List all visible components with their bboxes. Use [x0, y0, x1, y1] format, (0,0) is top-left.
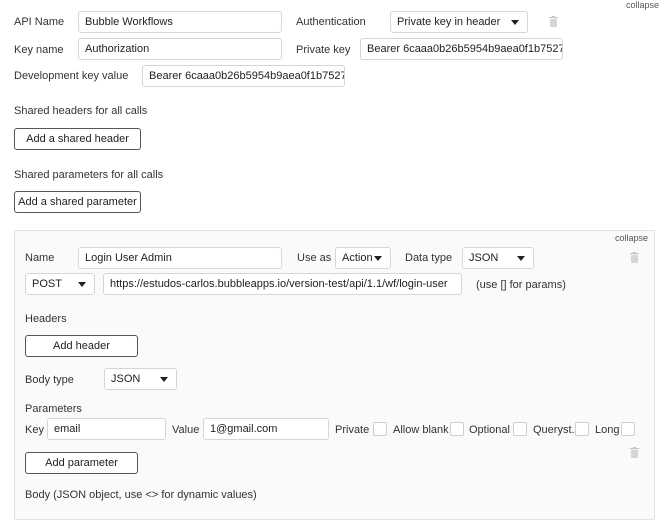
- queryst-checkbox[interactable]: [575, 422, 589, 436]
- long-checkbox-label: Long: [595, 424, 620, 436]
- collapse-link[interactable]: collapse: [626, 0, 659, 10]
- data-type-dropdown[interactable]: JSON: [462, 247, 534, 269]
- api-name-field[interactable]: Bubble Workflows: [78, 11, 282, 33]
- optional-checkbox[interactable]: [513, 422, 527, 436]
- param-value-label: Value: [172, 424, 200, 436]
- method-dropdown[interactable]: POST: [25, 273, 95, 295]
- queryst-checkbox-label: Queryst.: [533, 424, 575, 436]
- private-checkbox[interactable]: [373, 422, 387, 436]
- allow-blank-checkbox[interactable]: [450, 422, 464, 436]
- call-name-field[interactable]: Login User Admin: [78, 247, 282, 269]
- param-value-field[interactable]: 1@gmail.com: [203, 418, 329, 440]
- use-as-dropdown[interactable]: Action: [335, 247, 391, 269]
- add-header-button[interactable]: Add header: [25, 335, 138, 357]
- long-checkbox[interactable]: [621, 422, 635, 436]
- authentication-value: Private key in header: [397, 16, 501, 28]
- use-as-label: Use as: [297, 252, 332, 264]
- dev-key-label: Development key value: [14, 70, 129, 82]
- trash-icon[interactable]: [549, 16, 558, 27]
- shared-parameters-label: Shared parameters for all calls: [14, 169, 164, 181]
- private-key-label: Private key: [296, 44, 351, 56]
- trash-icon[interactable]: [630, 252, 639, 263]
- shared-headers-label: Shared headers for all calls: [14, 105, 148, 117]
- chevron-down-icon: [160, 377, 168, 382]
- body-type-value: JSON: [111, 373, 141, 385]
- trash-icon[interactable]: [630, 447, 639, 458]
- authentication-label: Authentication: [296, 16, 366, 28]
- chevron-down-icon: [78, 282, 86, 287]
- add-shared-parameter-button[interactable]: Add a shared parameter: [14, 191, 141, 213]
- headers-label: Headers: [25, 313, 67, 325]
- key-name-field[interactable]: Authorization: [78, 38, 282, 60]
- add-shared-header-button[interactable]: Add a shared header: [14, 128, 141, 150]
- param-key-label: Key: [25, 424, 44, 436]
- private-checkbox-label: Private: [335, 424, 370, 436]
- body-type-dropdown[interactable]: JSON: [104, 368, 177, 390]
- url-hint: (use [] for params): [476, 279, 566, 291]
- chevron-down-icon: [511, 20, 519, 25]
- call-name-label: Name: [25, 252, 55, 264]
- chevron-down-icon: [374, 256, 382, 261]
- authentication-dropdown[interactable]: Private key in header: [390, 11, 528, 33]
- optional-checkbox-label: Optional: [469, 424, 510, 436]
- call-collapse-link[interactable]: collapse: [615, 233, 648, 243]
- use-as-value: Action: [342, 252, 373, 264]
- allow-blank-checkbox-label: Allow blank: [393, 424, 449, 436]
- url-field[interactable]: https://estudos-carlos.bubbleapps.io/ver…: [103, 273, 462, 295]
- api-name-label: API Name: [14, 16, 65, 28]
- data-type-value: JSON: [469, 252, 499, 264]
- body-label: Body (JSON object, use <> for dynamic va…: [25, 489, 257, 501]
- data-type-label: Data type: [405, 252, 453, 264]
- private-key-field[interactable]: Bearer 6caaa0b26b5954b9aea0f1b752702: [360, 38, 563, 60]
- add-parameter-button[interactable]: Add parameter: [25, 452, 138, 474]
- method-value: POST: [32, 278, 62, 290]
- key-name-label: Key name: [14, 44, 64, 56]
- body-type-label: Body type: [25, 374, 74, 386]
- chevron-down-icon: [517, 256, 525, 261]
- param-key-field[interactable]: email: [47, 418, 166, 440]
- dev-key-field[interactable]: Bearer 6caaa0b26b5954b9aea0f1b752702: [142, 65, 345, 87]
- parameters-label: Parameters: [25, 403, 82, 415]
